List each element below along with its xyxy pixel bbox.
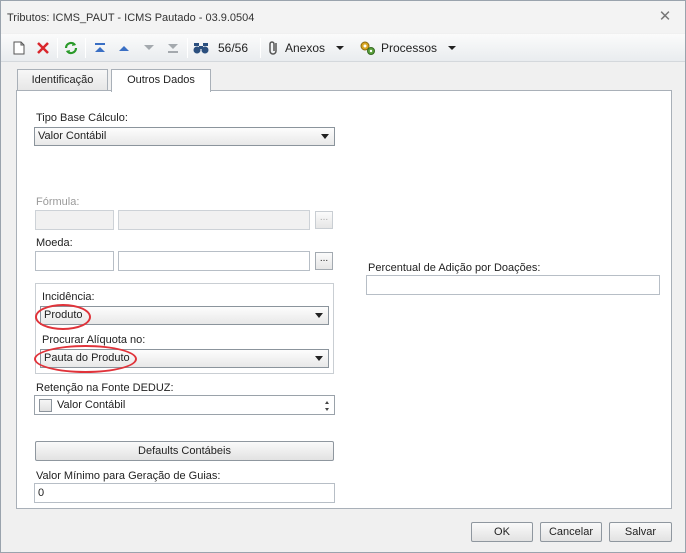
close-icon[interactable]: ✕: [657, 9, 673, 25]
title-bar: Tributos: ICMS_PAUT - ICMS Pautado - 03.…: [1, 1, 685, 33]
refresh-button[interactable]: [61, 38, 81, 58]
previous-record-button[interactable]: [114, 38, 134, 58]
cancel-button[interactable]: Cancelar: [540, 522, 602, 542]
moeda-lookup-button[interactable]: ...: [315, 252, 333, 270]
defaults-contabeis-button[interactable]: Defaults Contábeis: [35, 441, 334, 461]
moeda-label: Moeda:: [36, 237, 73, 249]
formula-label: Fórmula:: [36, 196, 80, 208]
chevron-down-icon: [315, 313, 323, 318]
toolbar: 56/56 Anexos Processos: [1, 34, 685, 62]
window-title: Tributos: ICMS_PAUT - ICMS Pautado - 03.…: [7, 12, 255, 24]
delete-button[interactable]: [34, 38, 52, 58]
chevron-down-icon: [321, 134, 329, 139]
procurar-aliquota-label: Procurar Alíquota no:: [42, 334, 146, 346]
binoculars-icon: [193, 43, 209, 54]
new-document-icon: [13, 41, 25, 55]
retencao-option-label: Valor Contábil: [57, 399, 126, 411]
retencao-spinner: Valor Contábil: [34, 395, 335, 415]
previous-record-icon: [119, 46, 129, 51]
refresh-icon: [64, 41, 78, 55]
tipo-base-calculo-select[interactable]: Valor Contábil: [34, 127, 335, 146]
toolbar-separator: [260, 38, 261, 58]
next-record-icon: [144, 45, 154, 50]
anexos-menu-button[interactable]: Anexos: [267, 38, 353, 58]
dropdown-arrow-icon: [336, 46, 345, 50]
toolbar-separator: [57, 38, 58, 58]
formula-code-field[interactable]: [35, 210, 114, 230]
gears-icon: [360, 41, 375, 55]
incidencia-label: Incidência:: [42, 291, 95, 303]
last-record-button[interactable]: [163, 38, 183, 58]
procurar-aliquota-value: Pauta do Produto: [44, 352, 130, 364]
next-record-button[interactable]: [139, 38, 159, 58]
tipo-base-calculo-label: Tipo Base Cálculo:: [36, 112, 128, 124]
delete-icon: [37, 42, 49, 54]
moeda-code-field[interactable]: [35, 251, 114, 271]
tab-outros-dados[interactable]: Outros Dados: [111, 69, 211, 92]
search-button[interactable]: [192, 38, 210, 58]
save-button[interactable]: Salvar: [609, 522, 672, 542]
chevron-down-icon: [315, 356, 323, 361]
ok-button[interactable]: OK: [471, 522, 533, 542]
retencao-label: Retenção na Fonte DEDUZ:: [36, 382, 174, 394]
tipo-base-calculo-value: Valor Contábil: [38, 130, 107, 142]
retencao-checkbox[interactable]: [39, 399, 52, 412]
paperclip-icon: [269, 41, 277, 55]
first-record-button[interactable]: [90, 38, 110, 58]
formula-lookup-button[interactable]: ...: [315, 211, 333, 229]
valor-minimo-label: Valor Mínimo para Geração de Guias:: [36, 470, 221, 482]
valor-minimo-field[interactable]: 0: [34, 483, 335, 503]
new-record-button[interactable]: [11, 38, 27, 58]
spin-up-icon[interactable]: [325, 401, 329, 404]
toolbar-separator: [85, 38, 86, 58]
last-record-icon: [168, 44, 178, 53]
processos-label: Processos: [381, 41, 438, 55]
moeda-description-field[interactable]: [118, 251, 310, 271]
dialog-window: Tributos: ICMS_PAUT - ICMS Pautado - 03.…: [0, 0, 686, 553]
procurar-aliquota-select[interactable]: Pauta do Produto: [40, 349, 329, 368]
percentual-doacoes-label: Percentual de Adição por Doações:: [368, 262, 541, 274]
incidencia-value: Produto: [44, 309, 83, 321]
formula-description-field[interactable]: [118, 210, 310, 230]
incidencia-select[interactable]: Produto: [40, 306, 329, 325]
first-record-icon: [95, 43, 105, 52]
toolbar-separator: [187, 38, 188, 58]
record-counter: 56/56: [217, 41, 249, 55]
processos-menu-button[interactable]: Processos: [359, 38, 463, 58]
anexos-label: Anexos: [285, 41, 326, 55]
percentual-doacoes-field[interactable]: [366, 275, 660, 295]
spin-down-icon[interactable]: [325, 408, 329, 411]
tab-identificacao[interactable]: Identificação: [17, 69, 108, 91]
dropdown-arrow-icon: [448, 46, 457, 50]
